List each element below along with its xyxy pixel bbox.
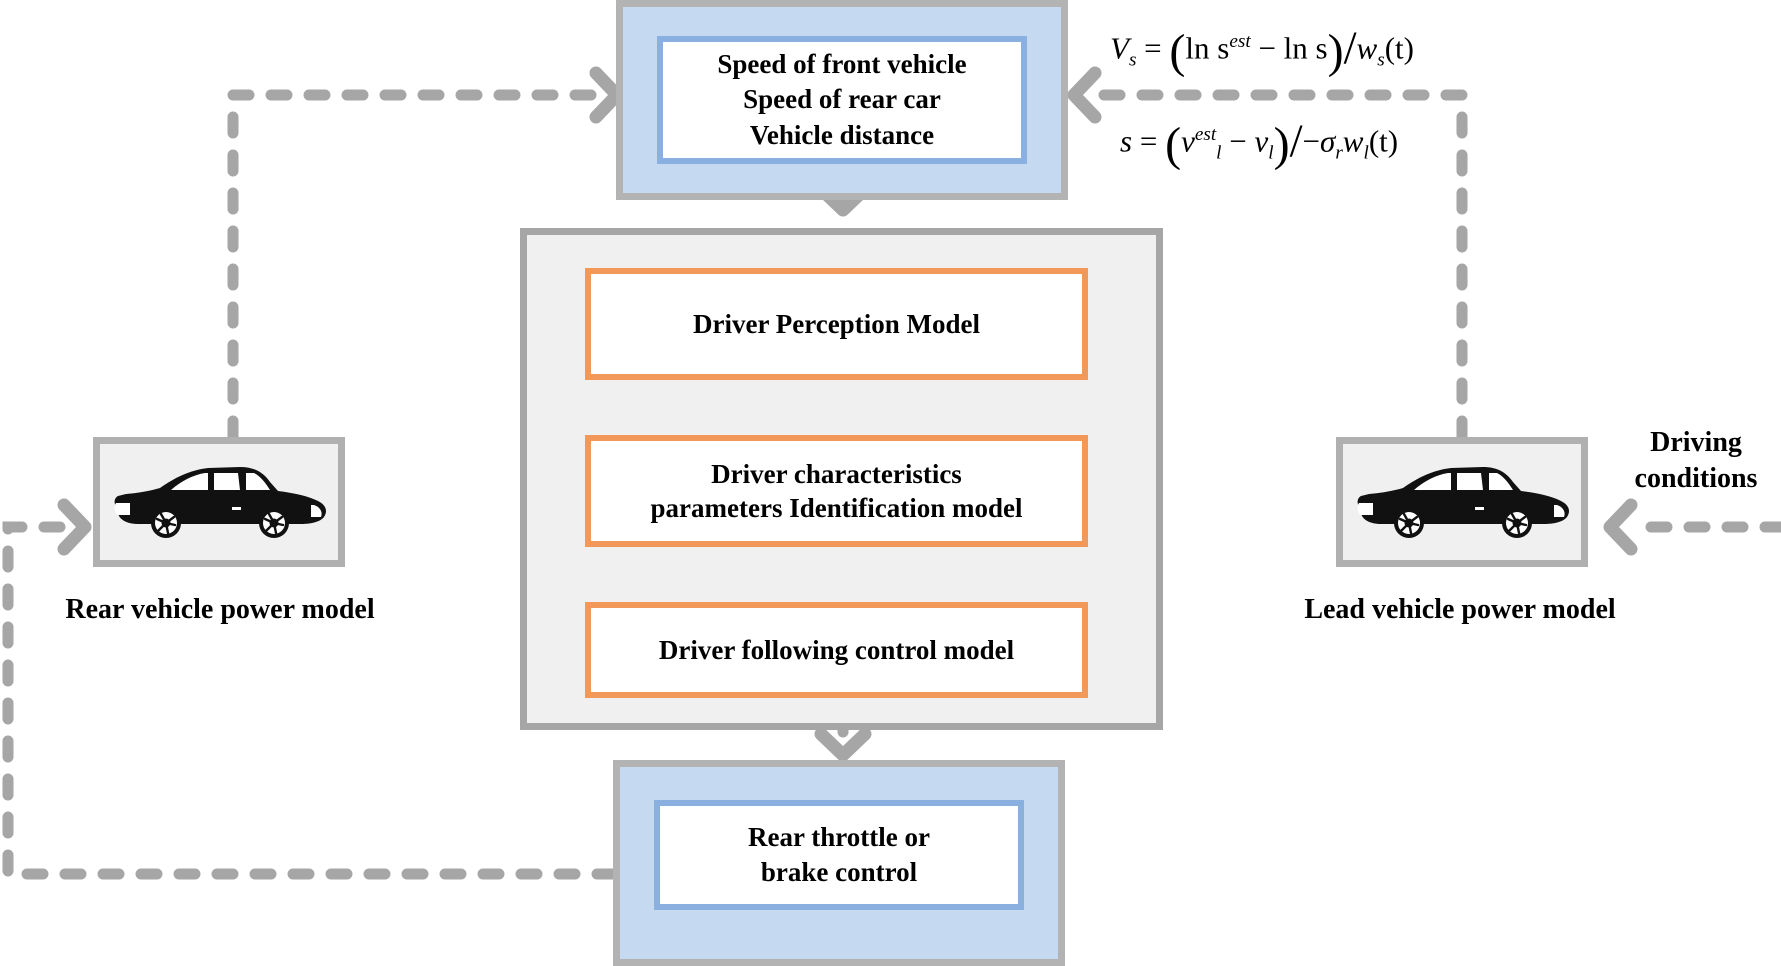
equation-s-term1-sup: est — [1194, 124, 1217, 146]
lead-vehicle-caption-text: Lead vehicle power model — [1304, 594, 1616, 625]
equation-vs-divider: / — [1343, 23, 1357, 74]
driver-perception-model-label: Driver Perception Model — [693, 308, 980, 339]
equation-s-lhs: s — [1120, 123, 1133, 159]
equation-s-open-paren: ( — [1165, 118, 1182, 171]
equation-vs-minus: − — [1258, 30, 1276, 66]
equation-vs-denom-sub: s — [1377, 49, 1385, 71]
equation-s: s = (vestl − vl)/−σrwl(t) — [1120, 115, 1398, 172]
equation-vs-close-paren: ) — [1327, 25, 1344, 78]
equation-s-divider: / — [1289, 116, 1303, 167]
inputs-box-inner: Speed of front vehicle Speed of rear car… — [657, 36, 1027, 164]
driver-identification-line1: Driver characteristics — [711, 458, 962, 489]
equation-vs-term2: ln s — [1283, 30, 1328, 66]
equation-vs-denom-arg: (t) — [1384, 30, 1414, 66]
inputs-line-front-speed: Speed of front vehicle — [717, 49, 967, 80]
driving-conditions-line1: Driving — [1650, 427, 1742, 458]
equation-s-denom-w: w — [1342, 123, 1364, 159]
rear-vehicle-caption-text: Rear vehicle power model — [65, 594, 375, 625]
driver-following-control-box[interactable]: Driver following control model — [585, 602, 1088, 698]
equation-s-term1-sub: l — [1216, 142, 1222, 164]
lead-vehicle-box[interactable] — [1336, 437, 1588, 567]
output-line-throttle: Rear throttle or — [748, 821, 930, 852]
equation-s-denom-sigma: σ — [1320, 123, 1336, 159]
driver-following-control-label: Driver following control model — [658, 634, 1015, 665]
arrowhead-lead-vehicle-to-inputs — [1074, 73, 1095, 117]
equation-s-term2: v — [1254, 123, 1269, 159]
equation-s-equals: = — [1139, 123, 1158, 159]
driver-perception-model-box[interactable]: Driver Perception Model — [585, 268, 1088, 380]
driver-model-panel: Driver Perception Model Driver character… — [520, 228, 1163, 730]
output-box-inner: Rear throttle or brake control — [654, 800, 1024, 910]
equation-vs-term1-sup: est — [1229, 31, 1251, 53]
driver-identification-line2: parameters Identification model — [650, 493, 1023, 523]
driver-identification-model-box[interactable]: Driver characteristics parameters Identi… — [585, 435, 1088, 547]
arrowhead-output-to-rear-vehicle — [64, 505, 85, 549]
output-line-brake: brake control — [760, 857, 918, 887]
driving-conditions-label: Driving conditions — [1608, 425, 1781, 497]
equation-s-minus: − — [1229, 123, 1247, 159]
rear-vehicle-caption: Rear vehicle power model — [0, 594, 440, 626]
car-silhouette-icon — [1351, 463, 1573, 541]
equation-s-term1: v — [1181, 123, 1195, 159]
inputs-line-rear-speed: Speed of rear car — [743, 84, 941, 115]
equation-vs: Vs = (ln sest − ln s)/ws(t) — [1110, 22, 1414, 79]
equation-vs-term1: ln s — [1185, 30, 1230, 66]
lead-vehicle-caption: Lead vehicle power model — [1240, 594, 1680, 626]
diagram-canvas: Speed of front vehicle Speed of rear car… — [0, 0, 1781, 966]
equation-vs-lhs: V — [1110, 30, 1129, 66]
equation-vs-equals: = — [1144, 30, 1162, 66]
equation-s-denom-sigma-sub: r — [1335, 142, 1343, 164]
equation-s-denom-sign: − — [1302, 123, 1321, 159]
inputs-box[interactable]: Speed of front vehicle Speed of rear car… — [616, 0, 1068, 200]
rear-vehicle-box[interactable] — [93, 437, 345, 567]
output-box[interactable]: Rear throttle or brake control — [613, 760, 1065, 966]
equation-s-denom-arg: (t) — [1368, 123, 1399, 159]
driving-conditions-line2: conditions — [1634, 462, 1758, 494]
arrowhead-driving-conditions-to-lead-vehicle — [1610, 505, 1631, 549]
equation-vs-denom: w — [1356, 30, 1378, 66]
car-silhouette-icon — [108, 463, 330, 541]
inputs-line-distance: Vehicle distance — [749, 119, 935, 150]
equation-vs-lhs-sub: s — [1128, 49, 1137, 71]
equation-s-close-paren: ) — [1273, 118, 1290, 171]
arrowhead-rear-vehicle-to-inputs — [596, 73, 617, 117]
equation-vs-open-paren: ( — [1169, 25, 1186, 78]
